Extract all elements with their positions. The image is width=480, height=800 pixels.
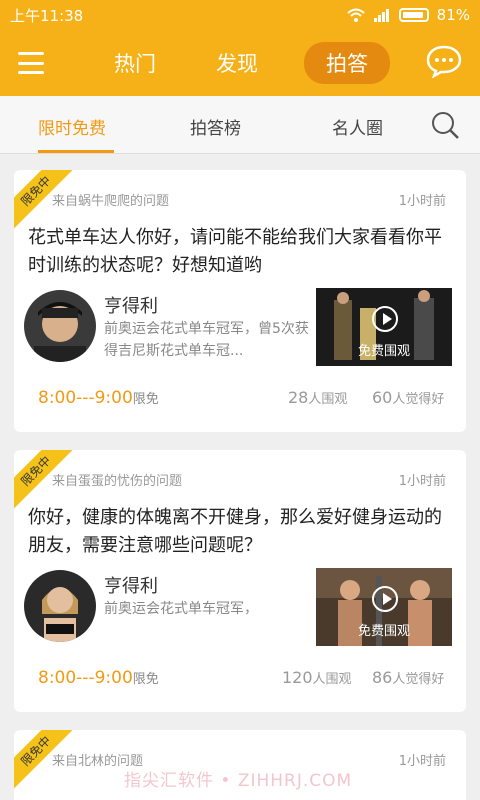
- question-time: 1小时前: [398, 474, 446, 489]
- like-count[interactable]: 86人觉得好: [372, 668, 444, 687]
- tab-discover[interactable]: 发现: [202, 42, 272, 84]
- question-time: 1小时前: [398, 194, 446, 209]
- active-tab-indicator: [38, 150, 114, 153]
- question-card[interactable]: 限免中 来自蜗牛爬爬的问题 1小时前 花式单车达人你好，请问能不能给我们大家看看…: [14, 170, 466, 432]
- question-source: 来自蜗牛爬爬的问题: [52, 194, 170, 209]
- like-label: 人觉得好: [392, 672, 445, 687]
- like-number: 86: [372, 668, 393, 687]
- free-label: 限免: [132, 392, 159, 407]
- video-thumbnail[interactable]: 免费围观: [316, 568, 452, 646]
- avatar[interactable]: [24, 290, 96, 362]
- play-icon[interactable]: [372, 306, 398, 332]
- status-time: 上午11:38: [10, 6, 84, 25]
- question-time: 1小时前: [398, 754, 446, 769]
- top-bar: 热门 发现 拍答: [0, 30, 480, 96]
- tab-paida[interactable]: 拍答: [304, 42, 390, 84]
- question-card[interactable]: 限免中 来自蛋蛋的忧伤的问题 1小时前 你好，健康的体魄离不开健身，那么爱好健身…: [14, 450, 466, 712]
- subtab-celebrities[interactable]: 名人圈: [332, 114, 383, 139]
- wifi-icon: [346, 8, 365, 22]
- play-icon[interactable]: [372, 586, 398, 612]
- free-time-range: 8:00---9:00限免: [38, 388, 159, 408]
- subtab-limited-free[interactable]: 限时免费: [38, 114, 106, 139]
- watch-number: 120: [282, 668, 313, 687]
- like-count[interactable]: 60人觉得好: [372, 388, 444, 407]
- chat-icon[interactable]: [426, 44, 462, 78]
- menu-icon[interactable]: [18, 52, 44, 74]
- question-text: 你好，健康的体魄离不开健身，那么爱好健身运动的朋友，需要注意哪些问题呢？: [28, 507, 442, 556]
- sub-tabs: 限时免费 拍答榜 名人圈: [0, 96, 480, 154]
- battery-level: 81%: [436, 6, 470, 24]
- video-label: 免费围观: [357, 624, 410, 639]
- battery-icon: [398, 8, 429, 22]
- status-bar: 上午11:38 81%: [0, 0, 480, 30]
- answerer-description: 前奥运会花式单车冠军，: [104, 601, 258, 617]
- subtab-ranking[interactable]: 拍答榜: [190, 114, 241, 139]
- time-range: 8:00---9:00: [38, 388, 133, 408]
- answerer-description: 前奥运会花式单车冠军，曾5次获得吉尼斯花式单车冠...: [104, 321, 309, 359]
- watch-label: 人围观: [308, 392, 348, 407]
- search-icon[interactable]: [430, 110, 460, 140]
- tab-hot[interactable]: 热门: [100, 42, 170, 84]
- watch-count: 28人围观: [288, 388, 347, 407]
- like-number: 60: [372, 388, 393, 407]
- avatar[interactable]: [24, 570, 96, 642]
- watermark: 指尖汇软件 • ZIHHRJ.COM: [124, 771, 353, 791]
- answerer-name[interactable]: 亨得利: [104, 572, 158, 598]
- top-tabs: 热门 发现 拍答: [100, 42, 390, 84]
- video-thumbnail[interactable]: 免费围观: [316, 288, 452, 366]
- free-label: 限免: [132, 672, 159, 687]
- watch-count: 120人围观: [282, 668, 352, 687]
- watch-label: 人围观: [312, 672, 352, 687]
- watch-number: 28: [288, 388, 309, 407]
- time-range: 8:00---9:00: [38, 668, 133, 688]
- answerer-name[interactable]: 亨得利: [104, 292, 158, 318]
- free-time-range: 8:00---9:00限免: [38, 668, 159, 688]
- question-source: 来自蛋蛋的忧伤的问题: [52, 474, 183, 489]
- question-text: 花式单车达人你好，请问能不能给我们大家看看你平时训练的状态呢？好想知道哟: [28, 227, 442, 276]
- like-label: 人觉得好: [392, 392, 445, 407]
- video-label: 免费围观: [357, 344, 410, 359]
- signal-icon: [373, 9, 389, 22]
